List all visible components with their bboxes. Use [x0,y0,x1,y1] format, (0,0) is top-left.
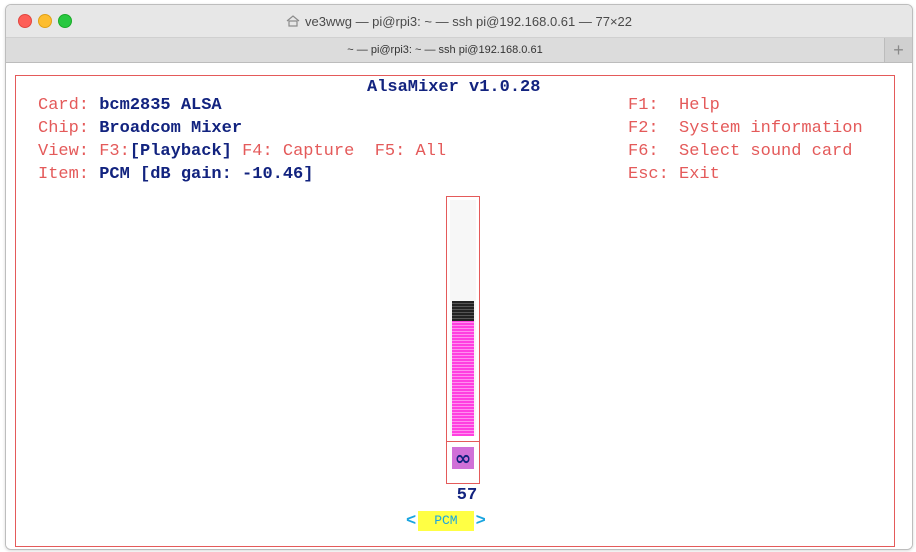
pcm-volume-slider[interactable]: ∞ [446,196,480,484]
plus-icon: + [893,39,904,60]
channel-selector[interactable]: < PCM > [404,510,488,532]
view-label: View: [38,142,90,161]
item-line: Item: PCM [dB gain: -10.46] [38,165,313,184]
card-label: Card: [38,96,90,115]
card-line: Card: bcm2835 ALSA [38,96,222,115]
volume-value: 57 [456,486,478,505]
tab-label: ~ — pi@rpi3: ~ — ssh pi@192.168.0.61 [347,44,543,56]
title-bar: ve3wwg — pi@rpi3: ~ — ssh pi@192.168.0.6… [6,5,912,38]
view-all[interactable]: F5: All [375,142,446,161]
help-key: F6: [628,142,659,161]
help-f1[interactable]: F1: Help [628,96,720,115]
window-title-text: ve3wwg — pi@rpi3: ~ — ssh pi@192.168.0.6… [304,13,633,29]
view-line: View: F3:[Playback] F4: Capture F5: All [38,142,446,161]
item-value: PCM [dB gain: -10.46] [99,165,314,184]
chip-line: Chip: Broadcom Mixer [38,119,242,138]
item-label: Item: [38,165,90,184]
chip-label: Chip: [38,119,90,138]
view-capture[interactable]: F4: Capture [242,142,354,161]
help-key: F1: [628,96,659,115]
home-icon [286,15,300,27]
help-text: Exit [679,165,720,184]
terminal-content[interactable]: AlsaMixer v1.0.28 Card: bcm2835 ALSA Chi… [6,63,912,549]
card-value: bcm2835 ALSA [99,96,222,115]
help-text: System information [679,119,863,138]
window-title: ve3wwg — pi@rpi3: ~ — ssh pi@192.168.0.6… [6,5,912,37]
help-text: Help [679,96,720,115]
help-key: Esc: [628,165,669,184]
tab-ssh[interactable]: ~ — pi@rpi3: ~ — ssh pi@192.168.0.61 [6,38,884,62]
tab-bar: ~ — pi@rpi3: ~ — ssh pi@192.168.0.61 + [6,38,912,63]
alsamixer-frame: AlsaMixer v1.0.28 Card: bcm2835 ALSA Chi… [15,75,895,547]
help-f6[interactable]: F6: Select sound card [628,142,852,161]
gauge-separator [447,441,479,442]
help-text: Select sound card [679,142,853,161]
new-tab-button[interactable]: + [884,38,912,62]
alsamixer-title: AlsaMixer v1.0.28 [361,78,547,97]
help-f2[interactable]: F2: System information [628,119,863,138]
terminal-window: ve3wwg — pi@rpi3: ~ — ssh pi@192.168.0.6… [5,4,913,550]
chip-value: Broadcom Mixer [99,119,243,138]
help-esc[interactable]: Esc: Exit [628,165,720,184]
volume-level-top [452,301,474,321]
channel-right-arrow[interactable]: > [474,512,488,531]
volume-track [450,200,476,436]
mute-toggle[interactable]: ∞ [452,447,474,469]
view-f3-key: F3: [99,142,130,161]
channel-left-arrow[interactable]: < [404,512,418,531]
help-key: F2: [628,119,659,138]
channel-name[interactable]: PCM [418,511,474,531]
volume-level-bar [452,321,474,436]
view-playback[interactable]: [Playback] [130,142,232,161]
